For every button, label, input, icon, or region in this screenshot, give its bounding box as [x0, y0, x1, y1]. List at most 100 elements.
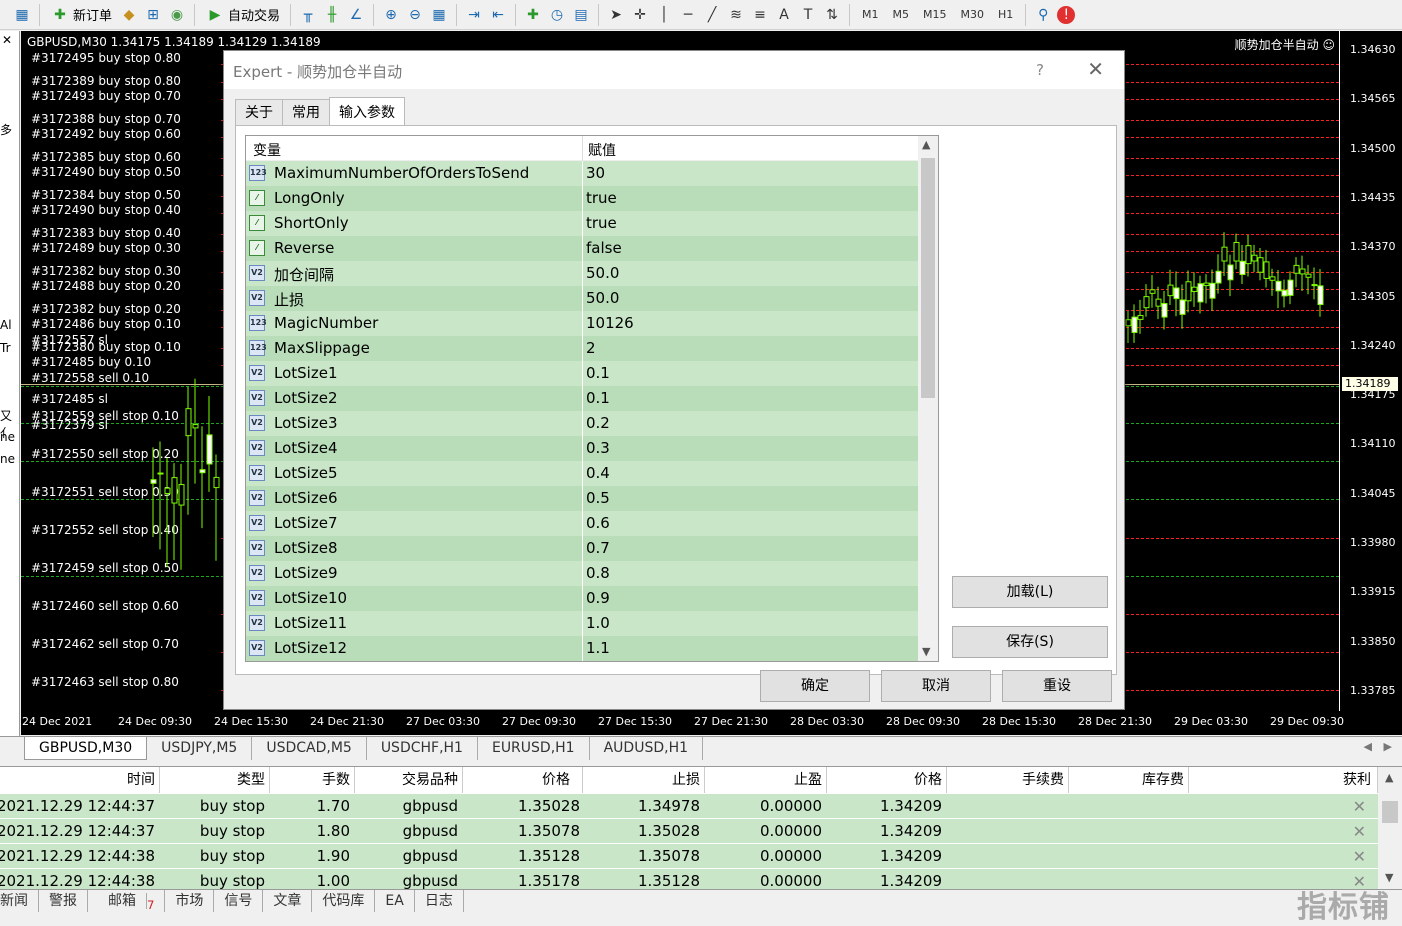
tile-windows-icon[interactable]: ▦: [429, 6, 449, 24]
param-value[interactable]: false: [586, 239, 622, 257]
param-row[interactable]: V2 止损 50.0: [246, 286, 918, 311]
param-row[interactable]: V2 加仓间隔 50.0: [246, 261, 918, 286]
col-swap[interactable]: 库存费: [1069, 767, 1189, 793]
param-row[interactable]: ⁄ Reverse false: [246, 236, 918, 261]
params-scrollbar[interactable]: ▲ ▼: [918, 136, 938, 661]
param-row[interactable]: V2 LotSize9 0.8: [246, 561, 918, 586]
param-value[interactable]: 0.7: [586, 539, 610, 557]
col-volume[interactable]: 手数: [270, 767, 355, 793]
tab-about[interactable]: 关于: [235, 99, 283, 125]
param-value[interactable]: 0.6: [586, 514, 610, 532]
periods-icon[interactable]: ◷: [547, 6, 567, 24]
param-value[interactable]: 0.9: [586, 589, 610, 607]
param-row[interactable]: V2 LotSize4 0.3: [246, 436, 918, 461]
param-value[interactable]: 1.1: [586, 639, 610, 657]
param-row[interactable]: V2 LotSize10 0.9: [246, 586, 918, 611]
col-takeprofit[interactable]: 止盈: [705, 767, 827, 793]
param-row[interactable]: ⁄ LongOnly true: [246, 186, 918, 211]
param-row[interactable]: ⁄ ShortOnly true: [246, 211, 918, 236]
col-current-price[interactable]: 价格: [827, 767, 947, 793]
param-row[interactable]: V2 LotSize3 0.2: [246, 411, 918, 436]
strategy-icon[interactable]: ◆: [119, 6, 139, 24]
zoom-in-icon[interactable]: ⊕: [381, 6, 401, 24]
vertical-line-icon[interactable]: │: [654, 6, 674, 24]
save-button[interactable]: 保存(S): [952, 626, 1108, 658]
param-value[interactable]: true: [586, 214, 617, 232]
scroll-up-icon[interactable]: ▲: [922, 138, 930, 151]
zoom-out-icon[interactable]: ⊖: [405, 6, 425, 24]
param-value[interactable]: 0.2: [586, 414, 610, 432]
col-time[interactable]: 时间: [0, 767, 160, 793]
tab-usdjpy-m5[interactable]: USDJPY,M5: [147, 737, 253, 760]
tab-inputs[interactable]: 输入参数: [329, 97, 405, 125]
tab-journal[interactable]: 日志: [415, 890, 464, 912]
param-value[interactable]: 0.3: [586, 439, 610, 457]
scroll-thumb[interactable]: [921, 158, 935, 398]
param-row[interactable]: V2 LotSize5 0.4: [246, 461, 918, 486]
close-icon[interactable]: ✕: [1087, 57, 1104, 81]
param-value[interactable]: 30: [586, 164, 605, 182]
crosshair-icon[interactable]: ✛: [630, 6, 650, 24]
param-value[interactable]: 0.5: [586, 489, 610, 507]
candle-chart-icon[interactable]: ╫: [322, 6, 342, 24]
scroll-down-icon[interactable]: ▼: [922, 645, 930, 658]
param-value[interactable]: 0.4: [586, 464, 610, 482]
ok-button[interactable]: 确定: [760, 670, 870, 702]
tab-eurusd-h1[interactable]: EURUSD,H1: [478, 737, 590, 760]
signal-icon[interactable]: ◉: [167, 6, 187, 24]
param-value[interactable]: 10126: [586, 314, 634, 332]
param-row[interactable]: V2 LotSize7 0.6: [246, 511, 918, 536]
param-row[interactable]: 123 MagicNumber 10126: [246, 311, 918, 336]
col-value[interactable]: 赋值: [588, 140, 616, 160]
param-value[interactable]: 0.8: [586, 564, 610, 582]
help-icon[interactable]: ?: [1036, 61, 1044, 79]
trendline-icon[interactable]: ╱: [702, 6, 722, 24]
tab-usdchf-h1[interactable]: USDCHF,H1: [367, 737, 478, 760]
param-value[interactable]: true: [586, 189, 617, 207]
param-value[interactable]: 1.0: [586, 614, 610, 632]
tab-market[interactable]: 市场: [165, 890, 215, 912]
chart-icon[interactable]: ▦: [12, 6, 32, 24]
table-row[interactable]: 2021.12.29 12:44:37 buy stop 1.70 gbpusd 1.3…: [0, 794, 1378, 819]
tab-scroll-right-icon[interactable]: ▶: [1384, 740, 1392, 753]
delete-order-icon[interactable]: ✕: [1353, 797, 1366, 816]
param-value[interactable]: 0.1: [586, 364, 610, 382]
tab-signals[interactable]: 信号: [214, 890, 264, 912]
param-row[interactable]: V2 LotSize12 1.1: [246, 636, 918, 661]
tab-gbpusd-m30[interactable]: GBPUSD,M30: [24, 737, 148, 760]
close-icon[interactable]: ✕: [2, 33, 12, 47]
timeframe-m30[interactable]: M30: [956, 8, 990, 21]
tab-usdcad-m5[interactable]: USDCAD,M5: [252, 737, 367, 760]
tab-mailbox[interactable]: 邮箱 7: [88, 890, 166, 912]
reset-button[interactable]: 重设: [1002, 670, 1112, 702]
tab-scroll-left-icon[interactable]: ◀: [1364, 740, 1372, 753]
notification-icon[interactable]: !: [1057, 5, 1076, 24]
param-row[interactable]: V2 LotSize8 0.7: [246, 536, 918, 561]
metaeditor-icon[interactable]: ⊞: [143, 6, 163, 24]
param-row[interactable]: V2 LotSize2 0.1: [246, 386, 918, 411]
delete-order-icon[interactable]: ✕: [1353, 847, 1366, 866]
param-value[interactable]: 50.0: [586, 264, 619, 282]
chart-shift-icon[interactable]: ⇤: [488, 6, 508, 24]
param-value[interactable]: 0.1: [586, 389, 610, 407]
cancel-button[interactable]: 取消: [881, 670, 991, 702]
col-type[interactable]: 类型: [160, 767, 270, 793]
param-value[interactable]: 2: [586, 339, 596, 357]
fibo-levels-icon[interactable]: ≡: [750, 6, 770, 24]
search-icon[interactable]: ⚲: [1033, 6, 1053, 24]
bar-chart-icon[interactable]: ╥: [298, 6, 318, 24]
arrows-icon[interactable]: ⇅: [822, 6, 842, 24]
timeframe-m5[interactable]: M5: [888, 8, 915, 21]
tab-news[interactable]: 新闻: [0, 890, 39, 912]
tab-articles[interactable]: 文章: [263, 890, 313, 912]
text-label-icon[interactable]: T: [798, 6, 818, 24]
delete-order-icon[interactable]: ✕: [1353, 822, 1366, 841]
orders-scrollbar[interactable]: ▲ ▼: [1378, 767, 1402, 887]
col-variable[interactable]: 变量: [253, 140, 281, 160]
indicators-icon[interactable]: ✚: [523, 6, 543, 24]
timeframe-m1[interactable]: M1: [857, 8, 884, 21]
horizontal-line-icon[interactable]: ─: [678, 6, 698, 24]
fibonacci-icon[interactable]: ≋: [726, 6, 746, 24]
param-row[interactable]: V2 LotSize6 0.5: [246, 486, 918, 511]
param-row[interactable]: V2 LotSize1 0.1: [246, 361, 918, 386]
